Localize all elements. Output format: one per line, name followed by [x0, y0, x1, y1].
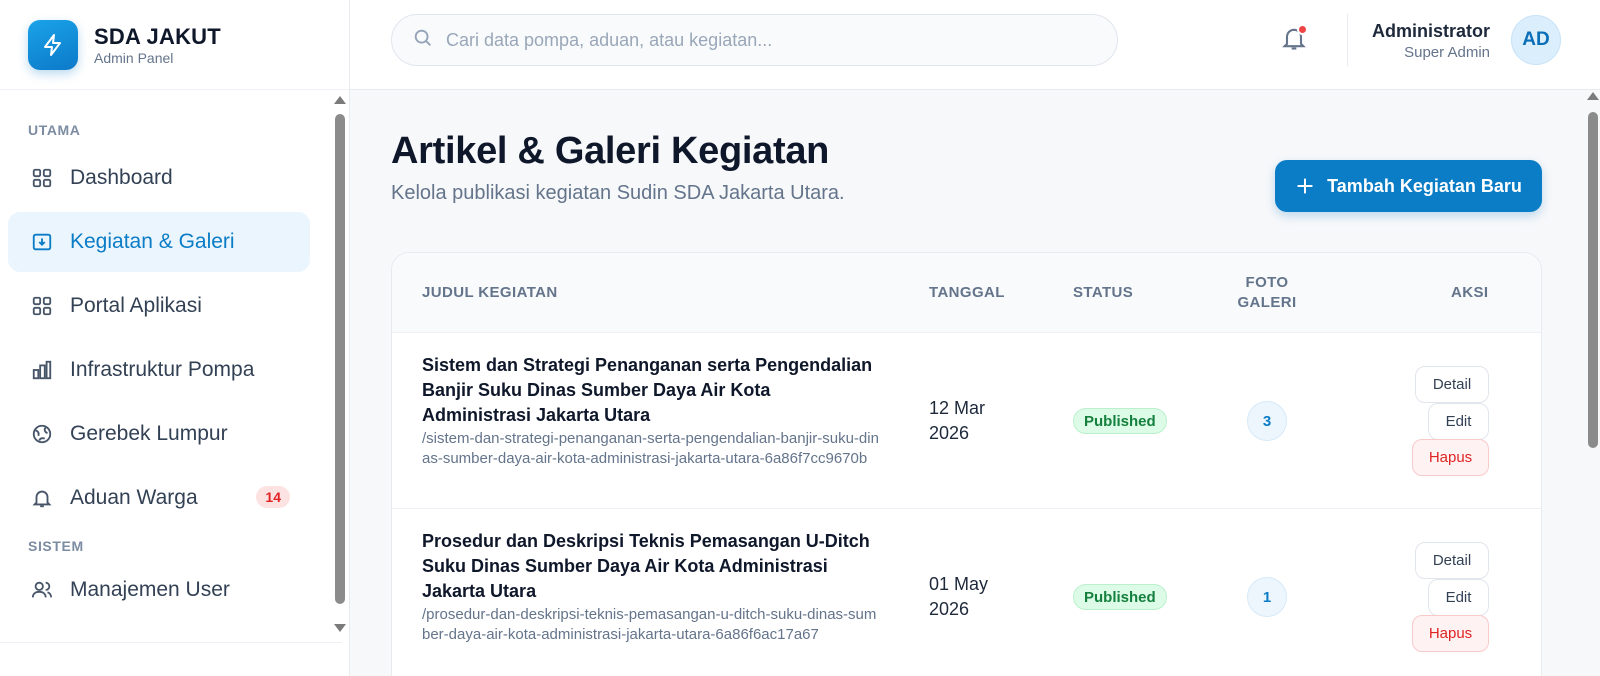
row-title: Sistem dan Strategi Penanganan serta Pen…	[422, 355, 873, 425]
col-header-judul: JUDUL KEGIATAN	[422, 284, 558, 301]
col-header-foto: FOTO	[1245, 274, 1289, 291]
photo-count-badge: 1	[1247, 577, 1287, 617]
user-info[interactable]: Administrator Super Admin	[1372, 20, 1490, 62]
sidebar-item-label: Aduan Warga	[70, 486, 198, 509]
col-header-aksi: AKSI	[1451, 284, 1489, 301]
grid-icon	[30, 294, 54, 318]
scrollbar-thumb[interactable]	[1588, 112, 1598, 448]
sidebar-nav: UTAMA Dashboard Kegiatan & Galeri Portal…	[0, 90, 336, 642]
brand: SDA JAKUT Admin Panel	[0, 0, 349, 90]
row-date: 12 Mar 2026	[929, 396, 1019, 446]
section-label-sistem: SISTEM	[28, 538, 84, 554]
user-role: Super Admin	[1404, 44, 1490, 61]
scroll-up-arrow[interactable]	[1587, 92, 1599, 100]
col-header-galeri: GALERI	[1237, 294, 1297, 311]
sidebar: SDA JAKUT Admin Panel UTAMA Dashboard Ke…	[0, 0, 350, 676]
col-header-tanggal: TANGGAL	[929, 284, 1005, 301]
avatar[interactable]: AD	[1511, 15, 1561, 65]
sidebar-item-manajemen-user[interactable]: Manajemen User	[8, 560, 310, 620]
detail-button[interactable]: Detail	[1415, 542, 1489, 579]
row-date-year: 2026	[929, 599, 970, 619]
sidebar-item-label: Portal Aplikasi	[70, 294, 202, 317]
add-button-label: Tambah Kegiatan Baru	[1327, 175, 1522, 196]
table-row: Prosedur dan Deskripsi Teknis Pemasangan…	[392, 509, 1541, 676]
bell-icon	[30, 486, 54, 510]
row-title: Prosedur dan Deskripsi Teknis Pemasangan…	[422, 531, 870, 601]
col-header-status: STATUS	[1073, 284, 1134, 301]
scrollbar-thumb[interactable]	[335, 114, 345, 604]
sidebar-item-label: Kegiatan & Galeri	[70, 230, 235, 253]
plus-icon	[1297, 178, 1313, 194]
row-date: 01 May 2026	[929, 572, 1019, 622]
notification-button[interactable]	[1280, 24, 1310, 54]
status-badge: Published	[1073, 408, 1167, 434]
gallery-icon	[30, 230, 54, 254]
grid-icon	[30, 166, 54, 190]
table-row: Sistem dan Strategi Penanganan serta Pen…	[392, 333, 1541, 509]
brand-title: SDA JAKUT	[94, 23, 221, 49]
page-subtitle: Kelola publikasi kegiatan Sudin SDA Jaka…	[391, 182, 845, 204]
globe-icon	[30, 422, 54, 446]
bar-chart-icon	[30, 358, 54, 382]
main-content: Artikel & Galeri Kegiatan Kelola publika…	[350, 90, 1586, 676]
sidebar-scrollbar[interactable]	[334, 94, 346, 642]
photo-count-badge: 3	[1247, 401, 1287, 441]
edit-button[interactable]: Edit	[1428, 403, 1489, 440]
brand-subtitle: Admin Panel	[94, 49, 174, 66]
sidebar-item-label: Dashboard	[70, 166, 173, 189]
topbar: Administrator Super Admin AD	[350, 0, 1600, 90]
page-title: Artikel & Galeri Kegiatan	[391, 130, 830, 172]
add-kegiatan-button[interactable]: Tambah Kegiatan Baru	[1275, 160, 1542, 212]
section-label-utama: UTAMA	[28, 122, 81, 138]
row-slug: /prosedur-dan-deskripsi-teknis-pemasanga…	[422, 606, 877, 643]
scroll-down-arrow[interactable]	[334, 624, 346, 632]
scroll-up-arrow[interactable]	[334, 96, 346, 104]
aduan-count-badge: 14	[256, 486, 290, 508]
table-header: JUDUL KEGIATAN TANGGAL STATUS FOTO GALER…	[392, 253, 1541, 333]
lightning-logo-icon	[28, 19, 78, 70]
search-input[interactable]	[446, 29, 1086, 51]
edit-button[interactable]: Edit	[1428, 579, 1489, 616]
topbar-divider	[1347, 14, 1348, 66]
delete-button[interactable]: Hapus	[1412, 439, 1489, 476]
sidebar-item-kegiatan-galeri[interactable]: Kegiatan & Galeri	[8, 212, 310, 272]
detail-button[interactable]: Detail	[1415, 366, 1489, 403]
row-date-day: 01 May	[929, 574, 989, 594]
sidebar-item-dashboard[interactable]: Dashboard	[8, 148, 310, 208]
status-badge: Published	[1073, 584, 1167, 610]
sidebar-divider	[0, 642, 342, 643]
notification-dot	[1297, 24, 1308, 35]
kegiatan-table: JUDUL KEGIATAN TANGGAL STATUS FOTO GALER…	[391, 252, 1542, 676]
sidebar-item-gerebek-lumpur[interactable]: Gerebek Lumpur	[8, 404, 310, 464]
search-bar[interactable]	[391, 14, 1118, 66]
search-icon	[412, 27, 434, 54]
sidebar-item-label: Manajemen User	[70, 578, 230, 601]
sidebar-item-infrastruktur-pompa[interactable]: Infrastruktur Pompa	[8, 340, 310, 400]
sidebar-item-label: Gerebek Lumpur	[70, 422, 228, 445]
sidebar-item-aduan-warga[interactable]: Aduan Warga 14	[8, 468, 310, 528]
delete-button[interactable]: Hapus	[1412, 615, 1489, 652]
sidebar-item-portal-aplikasi[interactable]: Portal Aplikasi	[8, 276, 310, 336]
users-icon	[30, 578, 54, 602]
row-date-year: 2026	[929, 423, 970, 443]
user-name: Administrator	[1371, 21, 1490, 41]
row-slug: /sistem-dan-strategi-penanganan-serta-pe…	[422, 430, 879, 467]
main-scrollbar[interactable]	[1586, 90, 1600, 676]
row-date-day: 12 Mar	[929, 398, 986, 418]
sidebar-item-label: Infrastruktur Pompa	[70, 358, 255, 381]
